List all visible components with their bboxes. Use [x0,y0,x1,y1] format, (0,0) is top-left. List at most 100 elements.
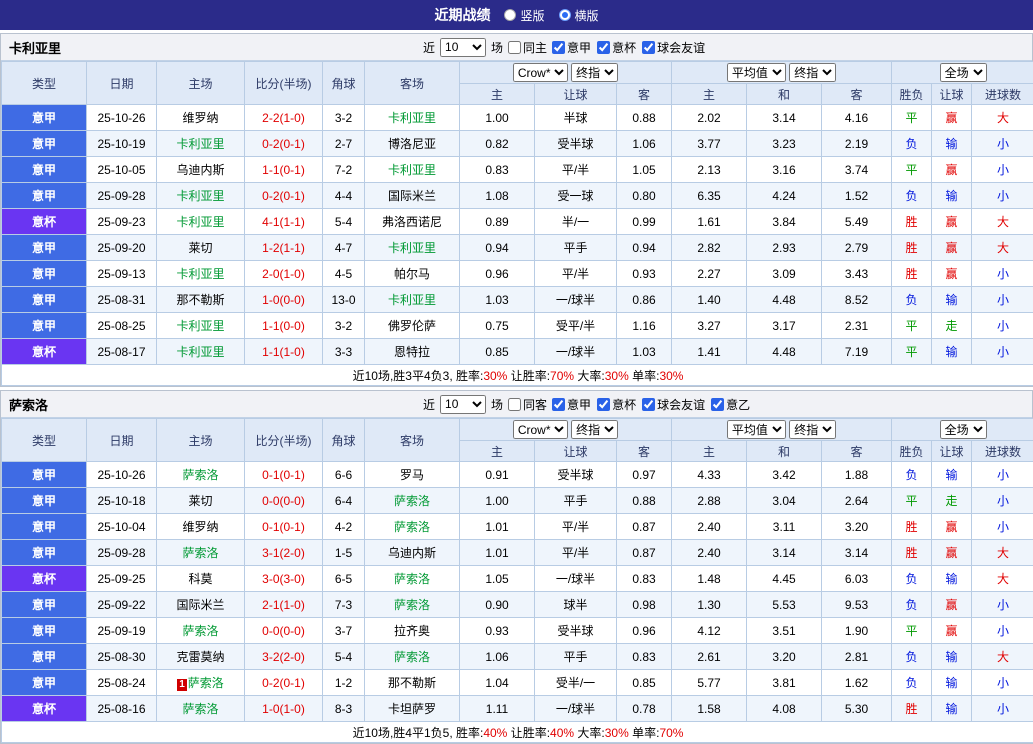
home-team-name[interactable]: 卡利亚里 [176,267,224,281]
away-team-cell: 弗洛西诺尼 [365,209,460,235]
result-handicap: 输 [932,131,972,157]
home-team-name[interactable]: 萨索洛 [182,546,218,560]
same-side-checkbox[interactable] [508,41,521,54]
home-team-cell: 科莫 [157,566,245,592]
same-side-checkbox[interactable] [508,398,521,411]
early-home-odds: 1.01 [460,540,535,566]
away-team-name[interactable]: 萨索洛 [394,494,430,508]
avg-home-odds: 2.13 [672,157,747,183]
league-checkbox[interactable] [642,398,655,411]
away-team-name[interactable]: 卡利亚里 [388,241,436,255]
home-team-name[interactable]: 克雷莫纳 [176,650,224,664]
home-team-name[interactable]: 维罗纳 [182,520,218,534]
scope-select[interactable]: 全场 [940,63,987,82]
avg-stage-select[interactable]: 终指 [789,420,836,439]
col-score: 比分(半场) [245,419,323,462]
away-team-name[interactable]: 佛罗伦萨 [388,319,436,333]
average-select[interactable]: 平均值 [727,63,786,82]
league-filter[interactable]: 意杯 [597,396,636,413]
recent-count-select[interactable]: 10 [440,38,486,57]
match-date: 25-09-25 [87,566,157,592]
league-checkbox[interactable] [597,41,610,54]
avg-draw-odds: 3.14 [747,540,822,566]
odds-company-select[interactable]: Crow* [513,420,568,439]
league-filter[interactable]: 球会友谊 [642,396,705,413]
home-team-name[interactable]: 萨索洛 [182,468,218,482]
away-team-name[interactable]: 拉齐奥 [394,624,430,638]
home-team-name[interactable]: 萨索洛 [188,676,224,690]
away-team-name[interactable]: 博洛尼亚 [388,137,436,151]
odds-stage-select[interactable]: 终指 [571,63,618,82]
away-team-name[interactable]: 萨索洛 [394,650,430,664]
home-team-name[interactable]: 维罗纳 [182,111,218,125]
away-team-name[interactable]: 萨索洛 [394,520,430,534]
team-section-2: 萨索洛 近 10 场 同客 意甲意杯球会友谊意乙 类型 日期 主场 比分(半场) [0,390,1033,744]
early-home-odds: 0.85 [460,339,535,365]
early-home-odds: 1.01 [460,514,535,540]
home-team-name[interactable]: 卡利亚里 [176,345,224,359]
avg-stage-select[interactable]: 终指 [789,63,836,82]
home-team-name[interactable]: 科莫 [188,572,212,586]
radio-unchecked-icon [504,9,516,21]
league-checkbox[interactable] [552,398,565,411]
scope-select[interactable]: 全场 [940,420,987,439]
home-team-name[interactable]: 国际米兰 [176,598,224,612]
avg-away-odds: 5.30 [822,696,892,722]
away-team-name[interactable]: 卡利亚里 [388,111,436,125]
home-team-name[interactable]: 卡利亚里 [176,215,224,229]
odds-company-select[interactable]: Crow* [513,63,568,82]
away-team-name[interactable]: 弗洛西诺尼 [382,215,442,229]
league-filter[interactable]: 意甲 [552,396,591,413]
score-cell: 1-1(1-0) [245,339,323,365]
league-checkbox[interactable] [552,41,565,54]
away-team-cell: 恩特拉 [365,339,460,365]
home-team-name[interactable]: 乌迪内斯 [176,163,224,177]
same-side-filter[interactable]: 同客 [508,396,547,413]
home-team-name[interactable]: 卡利亚里 [176,137,224,151]
away-team-name[interactable]: 萨索洛 [394,572,430,586]
league-filter[interactable]: 意杯 [597,39,636,56]
home-team-name[interactable]: 莱切 [188,241,212,255]
away-team-name[interactable]: 罗马 [400,468,424,482]
early-home-odds: 0.91 [460,462,535,488]
home-team-cell: 萨索洛 [157,696,245,722]
result-handicap: 赢 [932,261,972,287]
avg-away-odds: 2.31 [822,313,892,339]
scope-group: 全场 [892,419,1033,441]
home-team-name[interactable]: 萨索洛 [182,702,218,716]
home-team-name[interactable]: 萨索洛 [182,624,218,638]
away-team-name[interactable]: 萨索洛 [394,598,430,612]
league-filter[interactable]: 意甲 [552,39,591,56]
away-team-name[interactable]: 卡利亚里 [388,293,436,307]
home-team-name[interactable]: 卡利亚里 [176,319,224,333]
away-team-name[interactable]: 国际米兰 [388,189,436,203]
league-type-cell: 意杯 [2,209,87,235]
average-select[interactable]: 平均值 [727,420,786,439]
same-side-filter[interactable]: 同主 [508,39,547,56]
radio-checked-icon [559,9,571,21]
radio-horizontal-layout[interactable]: 横版 [559,7,599,24]
away-team-name[interactable]: 恩特拉 [394,345,430,359]
result-outcome: 平 [892,339,932,365]
home-team-name[interactable]: 那不勒斯 [176,293,224,307]
same-side-label: 同主 [523,39,547,56]
league-filter[interactable]: 球会友谊 [642,39,705,56]
away-team-name[interactable]: 那不勒斯 [388,676,436,690]
home-team-name[interactable]: 莱切 [188,494,212,508]
league-filter[interactable]: 意乙 [711,396,750,413]
radio-vertical-layout[interactable]: 竖版 [504,7,544,24]
team-name[interactable]: 萨索洛 [9,395,159,414]
recent-count-select[interactable]: 10 [440,395,486,414]
home-team-name[interactable]: 卡利亚里 [176,189,224,203]
away-team-name[interactable]: 卡利亚里 [388,163,436,177]
score-cell: 0-2(0-1) [245,670,323,696]
league-checkbox[interactable] [642,41,655,54]
away-team-name[interactable]: 帕尔马 [394,267,430,281]
team-name[interactable]: 卡利亚里 [9,38,159,57]
odds-stage-select[interactable]: 终指 [571,420,618,439]
col-early-home-odds: 主 [460,441,535,462]
league-checkbox[interactable] [597,398,610,411]
away-team-name[interactable]: 乌迪内斯 [388,546,436,560]
league-checkbox[interactable] [711,398,724,411]
away-team-name[interactable]: 卡坦萨罗 [388,702,436,716]
